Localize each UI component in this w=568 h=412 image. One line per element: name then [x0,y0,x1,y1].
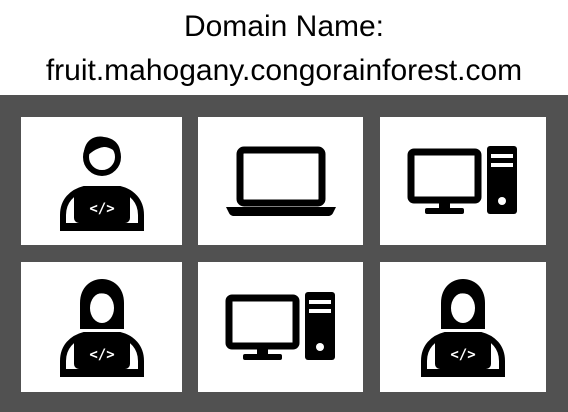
laptop-icon [225,146,336,216]
male-developer-icon: </> [59,136,144,231]
tile-female-developer-left: </> [21,262,182,392]
tile-desktop-computer [380,117,546,245]
female-developer-icon: </> [59,279,144,377]
tile-male-developer: </> [21,117,182,245]
domain-name-value: fruit.mahogany.congorainforest.com [45,54,523,87]
code-symbol: </> [89,201,114,217]
desktop-computer-icon [407,146,517,214]
female-developer-icon: </> [421,279,505,377]
code-symbol: </> [450,347,475,363]
tile-female-developer-right: </> [380,262,546,392]
tile-desktop-computer-2 [198,262,363,392]
domain-name-heading: Domain Name: [183,10,385,43]
desktop-computer-icon [225,292,335,360]
code-symbol: </> [89,347,114,363]
tile-laptop [198,117,363,245]
network-panel: </> </> </> [0,95,568,412]
